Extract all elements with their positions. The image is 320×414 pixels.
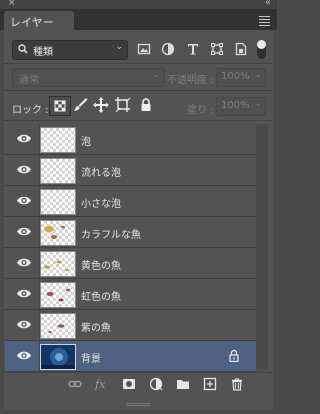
tab-layers-label: レイヤー — [10, 16, 54, 29]
eye-icon[interactable] — [16, 133, 32, 144]
eye-icon[interactable] — [16, 226, 32, 237]
close-panel-button[interactable]: × — [8, 0, 16, 8]
layer-name: カラフルな魚 — [81, 230, 141, 241]
layer-thumbnail — [40, 282, 76, 308]
layer-name: 虹色の魚 — [81, 292, 121, 303]
eye-icon[interactable] — [16, 164, 32, 175]
layer-name: 紫の魚 — [81, 323, 111, 334]
filter-toggle[interactable] — [257, 40, 266, 59]
add-mask-icon[interactable] — [122, 377, 136, 391]
trash-icon[interactable] — [230, 377, 244, 391]
type-layer-filter-icon[interactable] — [186, 42, 200, 56]
pixel-layer-filter-icon[interactable] — [137, 42, 151, 56]
chevron-down-icon: ⌄ — [254, 70, 262, 80]
layer-row[interactable]: 黄色の魚 — [5, 248, 256, 279]
layer-thumbnail — [40, 158, 76, 184]
layer-list-scrollbar[interactable] — [256, 124, 268, 369]
layer-thumbnail — [40, 189, 76, 215]
layer-name: 小さな泡 — [81, 199, 121, 210]
lock-icon[interactable] — [229, 349, 239, 362]
blend-mode-select[interactable]: 通常 ⌄ — [12, 68, 165, 87]
divider — [4, 120, 273, 121]
collapse-panel-button[interactable]: « — [265, 0, 271, 8]
layer-name: 背景 — [81, 354, 101, 365]
layer-row[interactable]: 流れる泡 — [5, 155, 256, 186]
fill-field[interactable]: 100% ⌄ — [216, 97, 266, 116]
new-layer-icon[interactable] — [203, 377, 217, 391]
eye-icon[interactable] — [16, 257, 32, 268]
lock-label: ロック : — [12, 105, 49, 116]
layer-thumbnail — [40, 313, 76, 339]
layer-thumbnail — [40, 127, 76, 153]
chevron-down-icon: ⌄ — [152, 70, 160, 80]
panel-topstrip: × « — [0, 0, 277, 9]
adjustment-layer-icon[interactable] — [149, 377, 163, 391]
eye-icon[interactable] — [16, 319, 32, 330]
opacity-value: 100% — [221, 71, 250, 82]
lock-transparency-icon — [54, 100, 66, 112]
layer-row-selected[interactable]: 背景 — [5, 341, 256, 372]
opacity-field[interactable]: 100% ⌄ — [216, 68, 266, 87]
panel-menu-icon[interactable] — [259, 16, 270, 28]
tab-bar: レイヤー — [0, 9, 277, 30]
opacity-label: 不透明度 : — [167, 75, 214, 86]
chevron-down-icon: ⌄ — [254, 99, 262, 109]
filter-type-label: 種類 — [33, 47, 53, 58]
filter-type-select[interactable]: 種類 ⌄ — [12, 40, 128, 60]
chevron-down-icon: ⌄ — [115, 42, 123, 52]
eye-icon[interactable] — [16, 350, 32, 361]
layer-name: 泡 — [81, 137, 91, 148]
svg-text:fx: fx — [95, 378, 106, 391]
layer-name: 流れる泡 — [81, 168, 121, 179]
smart-object-filter-icon[interactable] — [234, 42, 248, 56]
layer-row[interactable]: 紫の魚 — [5, 310, 256, 341]
tab-layers[interactable]: レイヤー — [4, 11, 74, 30]
resize-grip[interactable] — [126, 403, 150, 404]
resize-grip — [126, 405, 150, 406]
divider — [4, 90, 273, 91]
link-layers-icon[interactable] — [68, 377, 82, 391]
eye-icon[interactable] — [16, 288, 32, 299]
search-icon — [18, 44, 28, 54]
brush-icon[interactable] — [72, 96, 90, 114]
layer-row[interactable]: 虹色の魚 — [5, 279, 256, 310]
lock-transparent-pixels-button[interactable] — [49, 96, 71, 116]
fill-label: 塗り : — [187, 105, 214, 116]
move-icon[interactable] — [92, 96, 110, 114]
layer-row[interactable]: 小さな泡 — [5, 186, 256, 217]
layer-row[interactable]: 泡 — [5, 124, 256, 155]
lock-icon[interactable] — [137, 96, 155, 114]
layer-row[interactable]: カラフルな魚 — [5, 217, 256, 248]
layer-name: 黄色の魚 — [81, 261, 121, 272]
new-group-folder-icon[interactable] — [176, 377, 190, 391]
fill-value: 100% — [221, 100, 250, 111]
blend-mode-label: 通常 — [19, 75, 39, 86]
crop-icon[interactable] — [114, 96, 132, 114]
layer-thumbnail — [40, 220, 76, 246]
layer-list: 泡 流れる泡 小さな泡 カラフルな魚 黄色の魚 虹色の魚 紫の魚 背景 — [5, 124, 256, 372]
divider — [4, 63, 273, 64]
layer-thumbnail — [40, 344, 76, 370]
eye-icon[interactable] — [16, 195, 32, 206]
layer-style-fx-icon[interactable]: fx — [95, 377, 109, 391]
layer-thumbnail — [40, 251, 76, 277]
adjustment-layer-filter-icon[interactable] — [161, 42, 175, 56]
shape-layer-filter-icon[interactable] — [210, 42, 224, 56]
